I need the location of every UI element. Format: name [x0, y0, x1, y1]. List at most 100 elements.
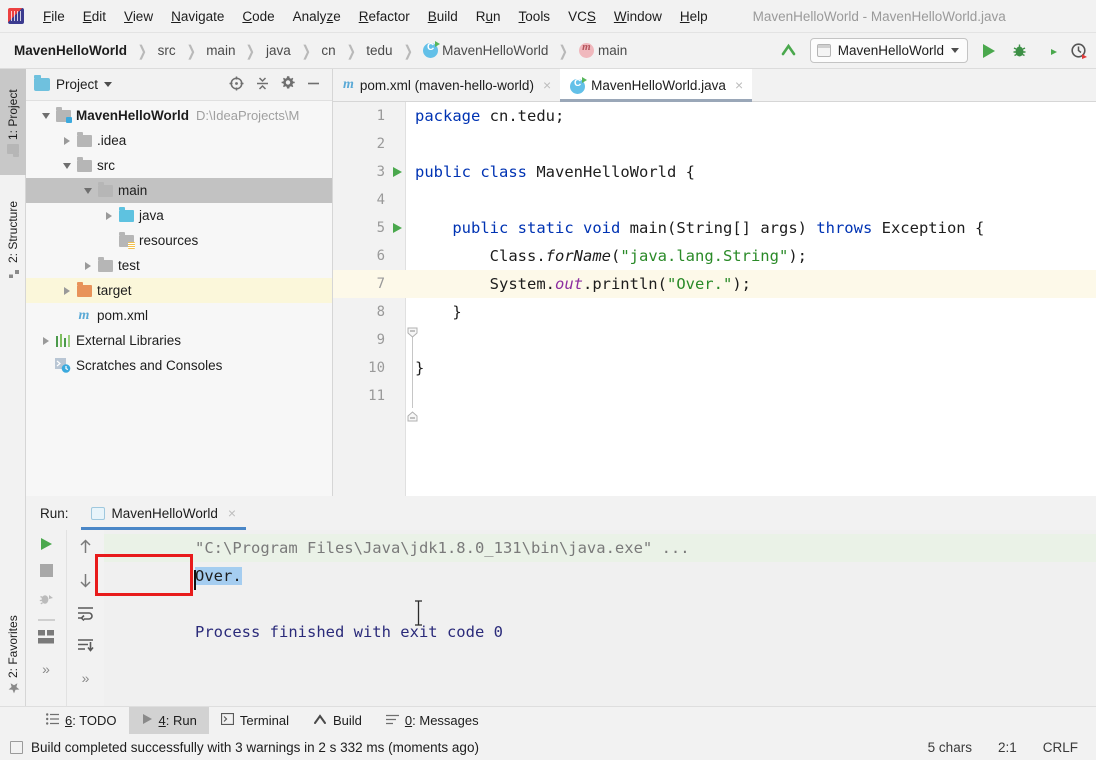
tree-node-external-libraries[interactable]: External Libraries: [26, 328, 332, 353]
breadcrumb-item-mavenhelloworld[interactable]: MavenHelloWorld: [421, 41, 550, 58]
menu-item-code[interactable]: Code: [233, 6, 283, 27]
tree-node-resources[interactable]: resources: [26, 228, 332, 253]
chevron-down-icon[interactable]: [38, 103, 54, 128]
console-line[interactable]: Process finished with exit code 0: [104, 618, 1096, 646]
dump-threads-icon[interactable]: [38, 591, 54, 610]
tree-node-src[interactable]: src: [26, 153, 332, 178]
chevron-right-icon[interactable]: [59, 278, 75, 303]
run-icon[interactable]: [974, 36, 1004, 66]
collapse-all-icon[interactable]: [254, 75, 271, 95]
editor-tab-mavenhelloworld-java[interactable]: MavenHelloWorld.java ×: [560, 69, 753, 102]
bottom-tool-terminal[interactable]: Terminal: [209, 707, 301, 735]
code-editor[interactable]: 1 package cn.tedu; 2 3 public class MavenHel…: [333, 102, 1096, 496]
layout-icon[interactable]: [38, 629, 54, 647]
code-line[interactable]: 5 public static void main(String[] args)…: [333, 214, 1096, 242]
chevron-right-icon[interactable]: [59, 128, 75, 153]
tree-node-target[interactable]: target: [26, 278, 332, 303]
console-output[interactable]: "C:\Program Files\Java\jdk1.8.0_131\bin\…: [104, 530, 1096, 706]
run-with-coverage-icon[interactable]: [1034, 36, 1064, 66]
menu-item-help[interactable]: Help: [671, 6, 717, 27]
profile-icon[interactable]: [1064, 36, 1094, 66]
code-line[interactable]: 11: [333, 382, 1096, 410]
breadcrumb-item-cn[interactable]: cn: [319, 43, 337, 58]
bottom-tool-messages[interactable]: 0: Messages: [374, 707, 491, 735]
breadcrumb-item-mavenhelloworld[interactable]: MavenHelloWorld: [12, 43, 129, 58]
console-line[interactable]: [104, 590, 1096, 618]
close-icon[interactable]: ×: [735, 77, 743, 93]
code-line[interactable]: 9: [333, 326, 1096, 354]
build-arrow-icon[interactable]: [774, 36, 804, 66]
stop-icon[interactable]: [39, 564, 53, 577]
tree-node--idea[interactable]: .idea: [26, 128, 332, 153]
tree-node-test[interactable]: test: [26, 253, 332, 278]
code-line[interactable]: 4: [333, 186, 1096, 214]
menu-item-file[interactable]: File: [34, 6, 74, 27]
line-separator[interactable]: CRLF: [1043, 740, 1078, 755]
tree-node-mavenhelloworld[interactable]: MavenHelloWorld D:\IdeaProjects\M: [26, 103, 332, 128]
run-configuration-selector[interactable]: MavenHelloWorld: [809, 38, 968, 63]
sidebar-item-favorites[interactable]: 2: Favorites: [0, 604, 26, 706]
editor-tab-pom-xml-maven-hello-world-[interactable]: m pom.xml (maven-hello-world) ×: [333, 69, 560, 101]
sidebar-item-project[interactable]: 1: Project: [0, 69, 26, 175]
menu-item-refactor[interactable]: Refactor: [350, 6, 419, 27]
run-tab[interactable]: MavenHelloWorld ×: [80, 496, 247, 530]
tree-node-main[interactable]: main: [26, 178, 332, 203]
run-gutter-icon[interactable]: [393, 223, 402, 233]
menu-item-navigate[interactable]: Navigate: [162, 6, 233, 27]
up-arrow-icon[interactable]: [78, 538, 93, 558]
gear-icon[interactable]: [280, 75, 296, 94]
code-line[interactable]: 7 System.out.println("Over.");: [333, 270, 1096, 298]
chevron-right-icon[interactable]: [38, 328, 54, 353]
breadcrumb-item-main[interactable]: main: [577, 41, 629, 58]
chevron-right-icon[interactable]: [80, 253, 96, 278]
fold-expand-icon[interactable]: [407, 410, 418, 422]
menu-item-vcs[interactable]: VCS: [559, 6, 605, 27]
scroll-to-end-icon[interactable]: [77, 638, 94, 656]
menu-item-analyze[interactable]: Analyze: [284, 6, 350, 27]
tree-node-scratches-and-consoles[interactable]: Scratches and Consoles: [26, 353, 332, 378]
code-line[interactable]: 1 package cn.tedu;: [333, 102, 1096, 130]
close-icon[interactable]: ×: [543, 77, 551, 93]
expand-more-icon[interactable]: »: [82, 670, 90, 686]
console-line[interactable]: "C:\Program Files\Java\jdk1.8.0_131\bin\…: [104, 534, 1096, 562]
chevron-down-icon[interactable]: [104, 82, 113, 87]
background-tasks-icon[interactable]: [10, 740, 23, 754]
down-arrow-icon[interactable]: [78, 572, 93, 592]
hide-panel-icon[interactable]: [305, 75, 322, 95]
menu-item-build[interactable]: Build: [419, 6, 467, 27]
breadcrumb-item-main[interactable]: main: [204, 43, 237, 58]
chevron-down-icon[interactable]: [59, 153, 75, 178]
console-line[interactable]: Over.: [104, 562, 1096, 590]
expand-more-icon[interactable]: »: [42, 661, 50, 677]
soft-wrap-icon[interactable]: [77, 606, 94, 624]
tree-node-pom-xml[interactable]: m pom.xml: [26, 303, 332, 328]
menu-item-view[interactable]: View: [115, 6, 162, 27]
project-tree[interactable]: MavenHelloWorld D:\IdeaProjects\M .idea src…: [26, 101, 332, 496]
selected-console-text[interactable]: Over.: [194, 567, 242, 590]
code-line[interactable]: 3 public class MavenHelloWorld {: [333, 158, 1096, 186]
bottom-tool-run[interactable]: 4: Run: [128, 706, 209, 735]
bottom-tool-todo[interactable]: 6: TODO: [34, 707, 129, 735]
code-line[interactable]: 2: [333, 130, 1096, 158]
breadcrumb-item-java[interactable]: java: [264, 43, 293, 58]
caret-position[interactable]: 2:1: [998, 740, 1017, 755]
menu-item-run[interactable]: Run: [467, 6, 510, 27]
breadcrumb-item-tedu[interactable]: tedu: [364, 43, 394, 58]
breadcrumb-item-src[interactable]: src: [156, 43, 178, 58]
chevron-right-icon[interactable]: [101, 203, 117, 228]
run-gutter-icon[interactable]: [393, 167, 402, 177]
menu-item-edit[interactable]: Edit: [74, 6, 115, 27]
code-line[interactable]: 10}: [333, 354, 1096, 382]
menu-item-window[interactable]: Window: [605, 6, 671, 27]
chevron-down-icon[interactable]: [80, 178, 96, 203]
locate-icon[interactable]: [228, 75, 245, 95]
code-line[interactable]: 8 }: [333, 298, 1096, 326]
rerun-icon[interactable]: [40, 538, 52, 550]
close-icon[interactable]: ×: [228, 505, 236, 521]
bottom-tool-build[interactable]: Build: [301, 707, 374, 735]
menu-item-tools[interactable]: Tools: [510, 6, 560, 27]
debug-icon[interactable]: [1004, 36, 1034, 66]
sidebar-item-structure[interactable]: 2: Structure: [0, 179, 26, 301]
code-line[interactable]: 6 Class.forName("java.lang.String");: [333, 242, 1096, 270]
tree-node-java[interactable]: java: [26, 203, 332, 228]
